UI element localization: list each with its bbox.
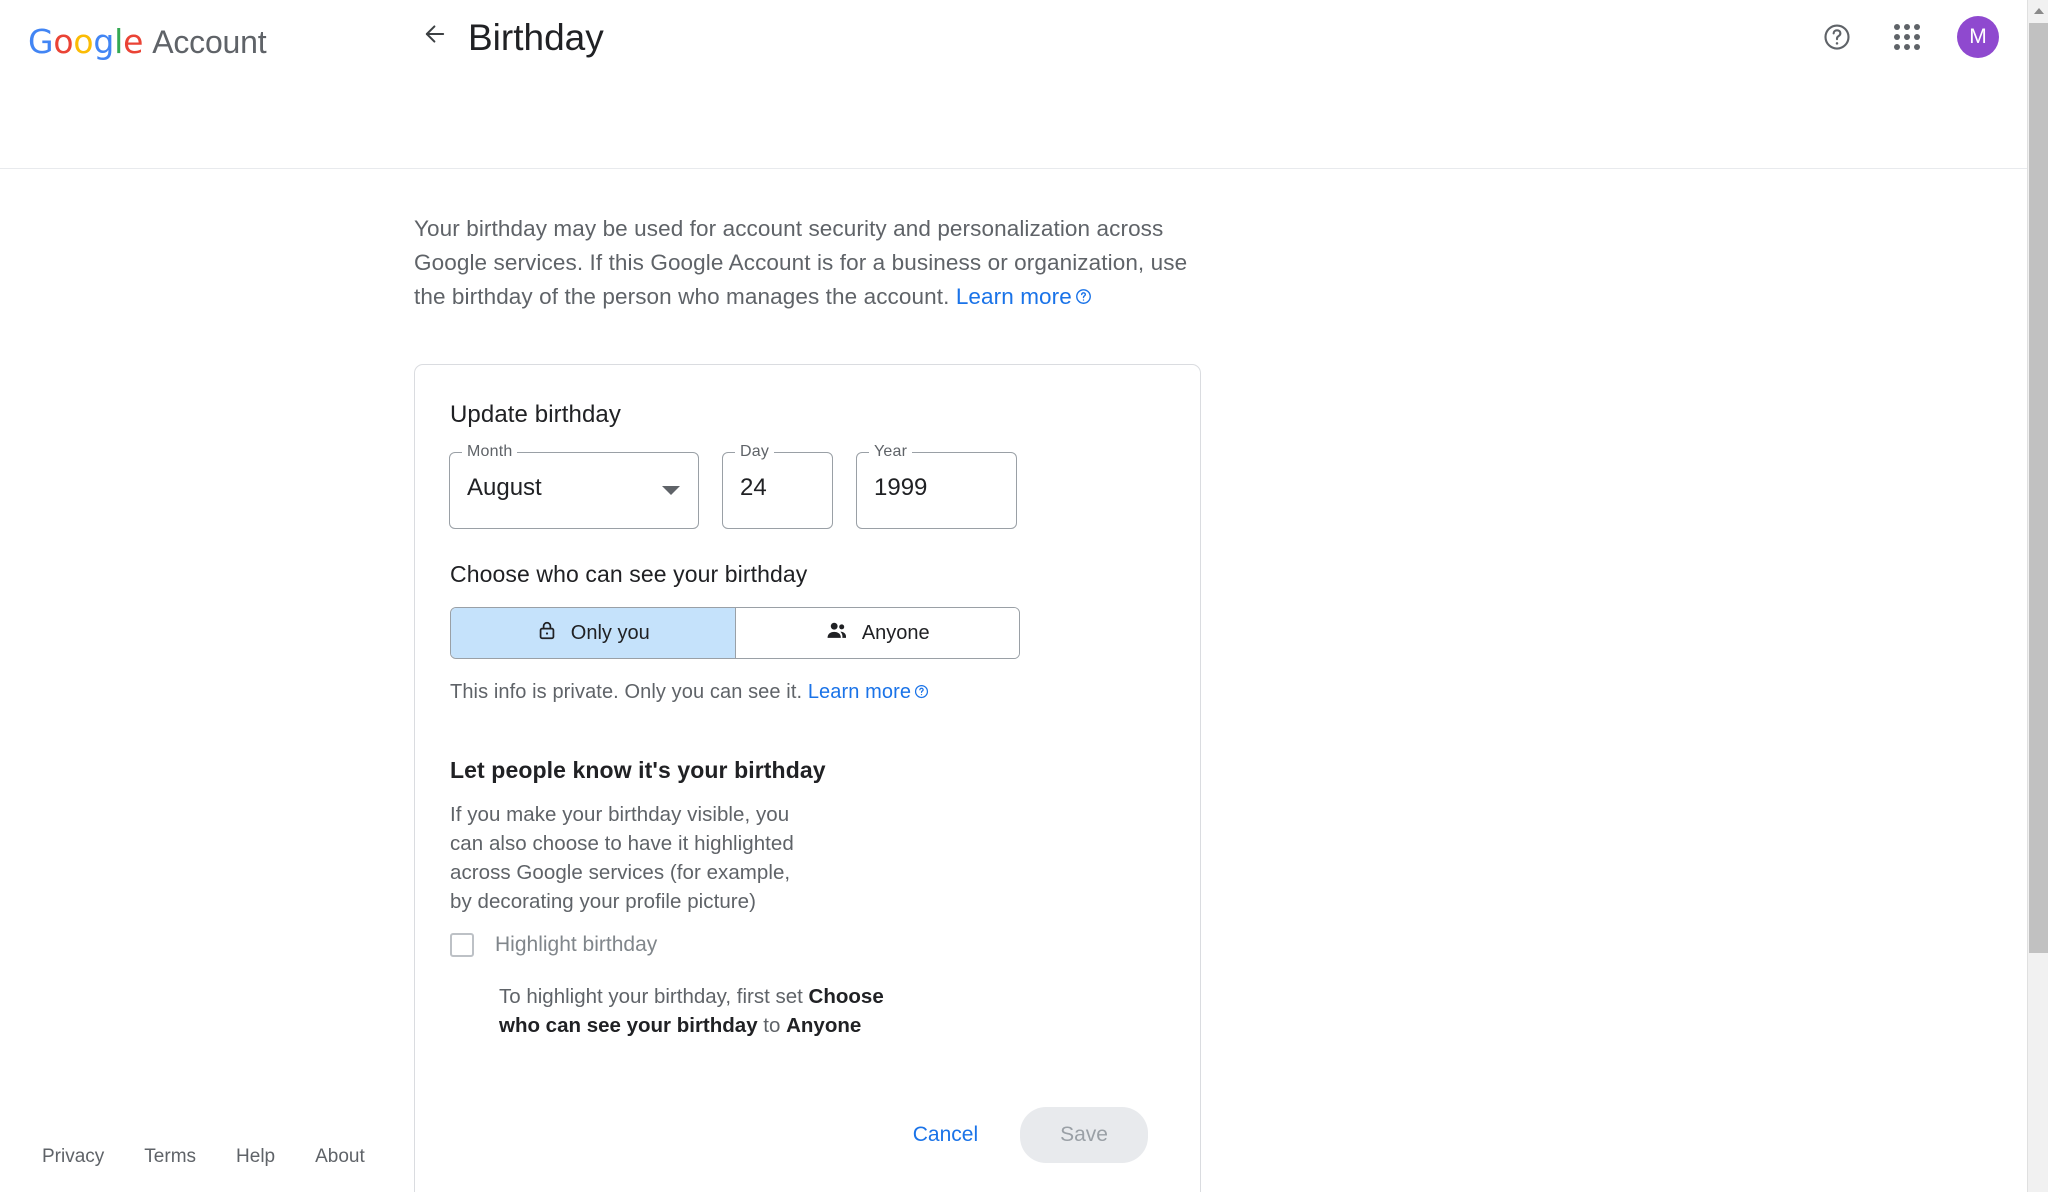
help-circle-small-icon[interactable] bbox=[1075, 281, 1092, 315]
chevron-down-icon bbox=[662, 486, 680, 495]
year-input[interactable]: Year 1999 bbox=[856, 443, 1017, 529]
help-circle-icon[interactable] bbox=[1817, 17, 1857, 57]
footer-links: Privacy Terms Help About bbox=[42, 1146, 365, 1168]
visibility-option-only-you[interactable]: Only you bbox=[451, 608, 735, 658]
page-description: Your birthday may be used for account se… bbox=[414, 212, 1204, 315]
vertical-scrollbar[interactable] bbox=[2027, 0, 2048, 1192]
brand-product-name: Account bbox=[152, 24, 267, 60]
logo-letter-l: l bbox=[114, 22, 124, 61]
highlight-hint-bold-2: Anyone bbox=[786, 1014, 862, 1037]
highlight-birthday-checkbox[interactable] bbox=[450, 933, 474, 957]
privacy-learn-more-link[interactable]: Learn more bbox=[808, 681, 911, 703]
highlight-description: If you make your birthday visible, you c… bbox=[450, 803, 794, 913]
arrow-left-icon[interactable] bbox=[415, 14, 455, 54]
logo-letter-g2: g bbox=[93, 22, 115, 61]
logo-letter-e: e bbox=[123, 22, 144, 61]
visibility-option-only-you-label: Only you bbox=[570, 621, 650, 644]
description-learn-more-link[interactable]: Learn more bbox=[956, 284, 1072, 309]
highlight-birthday-checkbox-row[interactable]: Highlight birthday bbox=[450, 933, 657, 957]
card-title: Update birthday bbox=[450, 401, 621, 428]
top-bar-actions: M bbox=[1817, 16, 1999, 58]
birthday-fields: Month August Day 24 Year 1999 bbox=[449, 443, 1017, 529]
cancel-button[interactable]: Cancel bbox=[899, 1111, 992, 1159]
scrollbar-up-arrow-icon[interactable] bbox=[2028, 0, 2048, 21]
highlight-hint: To highlight your birthday, first set Ch… bbox=[499, 982, 899, 1040]
people-icon bbox=[825, 618, 849, 648]
google-logo: Google bbox=[28, 22, 143, 61]
highlight-hint-prefix: To highlight your birthday, first set bbox=[499, 985, 809, 1008]
year-value: 1999 bbox=[874, 474, 928, 501]
month-label: Month bbox=[462, 443, 518, 461]
day-value: 24 bbox=[740, 474, 767, 501]
logo-letter-g: G bbox=[28, 22, 54, 61]
top-bar: Google Account M bbox=[0, 0, 2027, 92]
apps-grid-icon[interactable] bbox=[1887, 17, 1927, 57]
visibility-option-anyone-label: Anyone bbox=[861, 621, 930, 644]
page-header bbox=[0, 92, 2027, 169]
update-birthday-card: Update birthday Month August Day 24 Year… bbox=[414, 364, 1201, 1192]
month-value: August bbox=[467, 474, 542, 501]
footer-link-help[interactable]: Help bbox=[236, 1146, 275, 1168]
highlight-heading: Let people know it's your birthday bbox=[450, 757, 826, 783]
privacy-note-text: This info is private. Only you can see i… bbox=[450, 681, 803, 703]
google-account-brand[interactable]: Google Account bbox=[28, 22, 267, 61]
footer-link-terms[interactable]: Terms bbox=[144, 1146, 196, 1168]
footer-link-about[interactable]: About bbox=[315, 1146, 365, 1168]
save-button[interactable]: Save bbox=[1020, 1107, 1148, 1163]
highlight-birthday-label: Highlight birthday bbox=[495, 933, 658, 956]
page-title: Birthday bbox=[468, 17, 604, 58]
year-label: Year bbox=[869, 443, 913, 461]
footer-link-privacy[interactable]: Privacy bbox=[42, 1146, 104, 1168]
scrollbar-thumb[interactable] bbox=[2029, 23, 2048, 953]
help-circle-small-icon-2[interactable] bbox=[914, 682, 929, 705]
avatar-letter: M bbox=[1969, 25, 1987, 48]
logo-letter-o2: o bbox=[73, 22, 94, 61]
apps-grid-dots bbox=[1894, 24, 1920, 50]
day-label: Day bbox=[735, 443, 775, 461]
logo-letter-o1: o bbox=[53, 22, 74, 61]
privacy-note: This info is private. Only you can see i… bbox=[450, 681, 929, 705]
google-account-birthday-page: Google Account M Birthday Your birthday … bbox=[0, 0, 2048, 1192]
card-actions: Cancel Save bbox=[899, 1107, 1148, 1163]
visibility-option-anyone[interactable]: Anyone bbox=[734, 608, 1019, 658]
avatar[interactable]: M bbox=[1957, 16, 1999, 58]
lock-icon bbox=[536, 619, 558, 647]
highlight-hint-middle: to bbox=[757, 1014, 787, 1037]
visibility-toggle-group: Only you Anyone bbox=[450, 607, 1020, 659]
visibility-heading: Choose who can see your birthday bbox=[450, 561, 808, 587]
day-input[interactable]: Day 24 bbox=[722, 443, 833, 529]
month-select[interactable]: Month August bbox=[449, 443, 699, 529]
